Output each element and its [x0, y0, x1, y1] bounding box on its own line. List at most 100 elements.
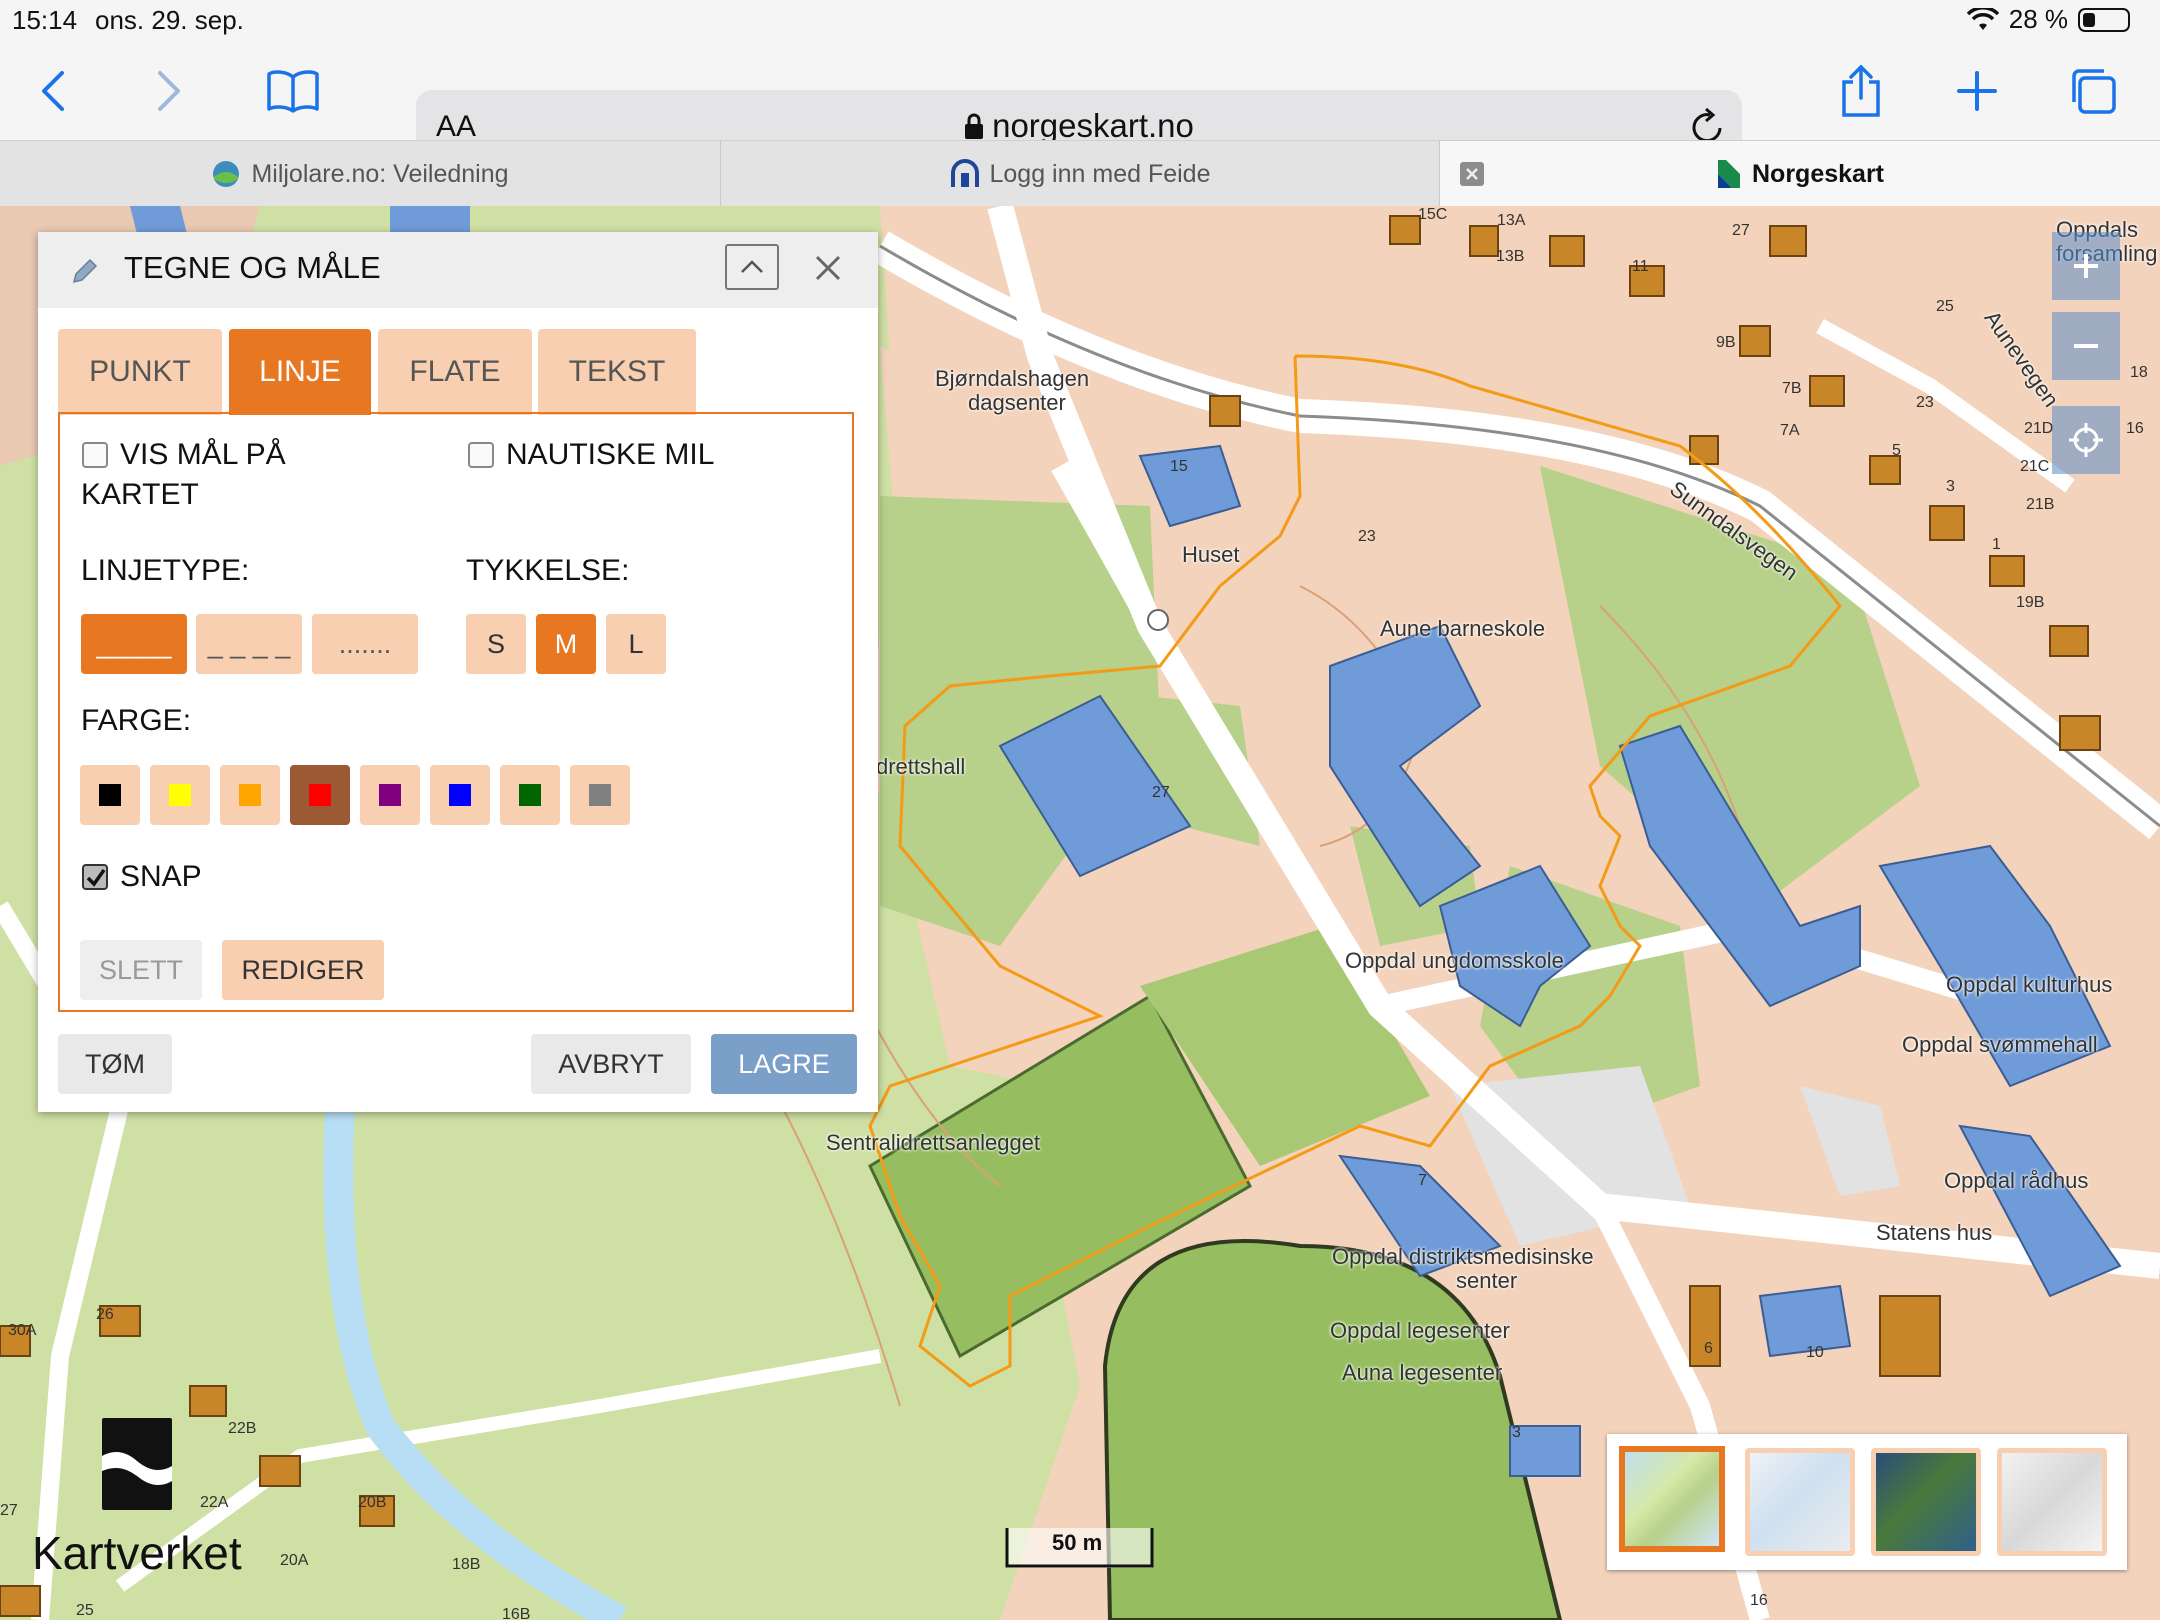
color-swatch[interactable]: [80, 765, 140, 825]
tab-linje[interactable]: LINJE: [229, 329, 371, 415]
house-number: 27: [1732, 222, 1750, 239]
color-swatch-fill: [99, 784, 121, 806]
house-number: 20A: [280, 1552, 309, 1569]
color-swatch[interactable]: [290, 765, 350, 825]
globe-icon: [213, 161, 240, 187]
house-number: 19B: [2016, 594, 2045, 611]
cancel-button[interactable]: AVBRYT: [531, 1034, 691, 1094]
house-number: 25: [1936, 298, 1954, 315]
color-label: FARGE:: [81, 704, 192, 737]
save-button[interactable]: LAGRE: [711, 1034, 857, 1094]
house-number: 3: [1512, 1424, 1521, 1441]
thickness-label: TYKKELSE:: [466, 554, 630, 587]
map-label: dagsenter: [968, 390, 1066, 415]
tab-punkt[interactable]: PUNKT: [58, 329, 222, 415]
scale-label: 50 m: [1052, 1530, 1103, 1555]
house-number: 6: [1704, 1340, 1713, 1357]
status-date: ons. 29. sep.: [95, 5, 244, 35]
tab-flate[interactable]: FLATE: [378, 329, 532, 415]
panel-header: TEGNE OG MÅLE: [38, 232, 878, 308]
nautical-miles-label: NAUTISKE MIL: [506, 438, 715, 471]
color-swatch[interactable]: [430, 765, 490, 825]
house-number: 22B: [228, 1420, 257, 1437]
back-button[interactable]: [18, 56, 88, 126]
house-number: 16B: [502, 1606, 531, 1620]
house-number: 10: [1806, 1344, 1824, 1361]
house-number: 13B: [1496, 248, 1525, 265]
house-number: 18: [2130, 364, 2148, 381]
color-swatch-fill: [169, 784, 191, 806]
linetype-dotted-button[interactable]: .......: [312, 614, 418, 674]
house-number: 21B: [2026, 496, 2055, 513]
bookmarks-button[interactable]: [258, 56, 328, 126]
kartverket-logo: Kartverket: [32, 1527, 242, 1579]
status-time: 15:14: [12, 5, 78, 35]
edit-button[interactable]: REDIGER: [222, 940, 384, 1000]
house-number: 21D: [2024, 420, 2054, 437]
locate-button[interactable]: [2052, 406, 2120, 474]
close-icon: [1466, 168, 1478, 180]
thickness-m-button[interactable]: M: [536, 614, 596, 674]
share-button[interactable]: [1826, 56, 1896, 126]
house-number: 26: [96, 1306, 114, 1323]
color-swatch[interactable]: [360, 765, 420, 825]
house-number: 1: [1992, 536, 2001, 553]
color-swatch[interactable]: [150, 765, 210, 825]
house-number: 22A: [200, 1494, 229, 1511]
house-number: 30A: [8, 1322, 37, 1339]
color-swatch[interactable]: [500, 765, 560, 825]
tabs-overview-button[interactable]: [2058, 56, 2128, 126]
basemap-topo[interactable]: [1619, 1446, 1725, 1552]
basemap-aerial[interactable]: [1871, 1448, 1981, 1556]
tab-feide[interactable]: Logg inn med Feide: [721, 141, 1439, 207]
color-swatch-fill: [449, 784, 471, 806]
clear-button[interactable]: TØM: [58, 1034, 172, 1094]
basemap-grey[interactable]: [1745, 1448, 1855, 1556]
house-number: 16: [1750, 1592, 1768, 1609]
checkmark-icon: [86, 868, 106, 887]
map-label: Oppdal kulturhus: [1946, 972, 2113, 997]
thickness-l-button[interactable]: L: [606, 614, 666, 674]
basemap-sketch[interactable]: [1997, 1448, 2107, 1556]
collapse-panel-button[interactable]: [725, 244, 779, 290]
plus-icon: [2074, 254, 2098, 278]
close-tab-button[interactable]: [1460, 162, 1484, 186]
close-panel-button[interactable]: [808, 248, 848, 288]
color-swatch-fill: [519, 784, 541, 806]
pencil-icon: [72, 258, 98, 284]
map-label: Sentralidrettsanlegget: [826, 1130, 1041, 1155]
color-swatch[interactable]: [570, 765, 630, 825]
house-number: 7A: [1780, 422, 1800, 439]
tab-label: Logg inn med Feide: [989, 159, 1211, 188]
lock-icon: [965, 113, 984, 139]
linetype-dashed-button[interactable]: _ _ _ _: [196, 614, 302, 674]
map-label: Oppdal rådhus: [1944, 1168, 2089, 1193]
tab-tekst[interactable]: TEKST: [538, 329, 696, 415]
thickness-s-button[interactable]: S: [466, 614, 526, 674]
house-number: 21C: [2020, 458, 2050, 475]
map-label: Oppdal svømmehall: [1902, 1032, 2098, 1057]
house-number: 27: [0, 1502, 18, 1519]
house-number: 7: [1418, 1172, 1427, 1189]
map-label: senter: [1456, 1268, 1518, 1293]
new-tab-button[interactable]: [1942, 56, 2012, 126]
forward-button[interactable]: [134, 56, 204, 126]
wifi-icon: [1966, 7, 1999, 30]
snap-checkbox[interactable]: [82, 864, 108, 890]
color-swatch[interactable]: [220, 765, 280, 825]
linetype-label: LINJETYPE:: [81, 554, 250, 587]
tab-norgeskart[interactable]: Norgeskart: [1440, 141, 2160, 207]
linetype-solid-button[interactable]: _____: [81, 614, 187, 674]
tab-miljolare[interactable]: Miljolare.no: Veiledning: [0, 141, 720, 207]
house-number: 5: [1892, 442, 1901, 459]
zoom-out-button[interactable]: [2052, 312, 2120, 380]
map-label: drettshall: [876, 754, 966, 779]
chevron-left-icon: [42, 71, 64, 111]
house-number: 15C: [1418, 206, 1448, 223]
snap-label: SNAP: [120, 860, 202, 893]
tabs-icon: [2072, 69, 2116, 114]
delete-button[interactable]: SLETT: [80, 940, 202, 1000]
nautical-miles-checkbox[interactable]: [468, 442, 494, 468]
show-measure-checkbox[interactable]: [82, 442, 108, 468]
zoom-in-button[interactable]: [2052, 232, 2120, 300]
